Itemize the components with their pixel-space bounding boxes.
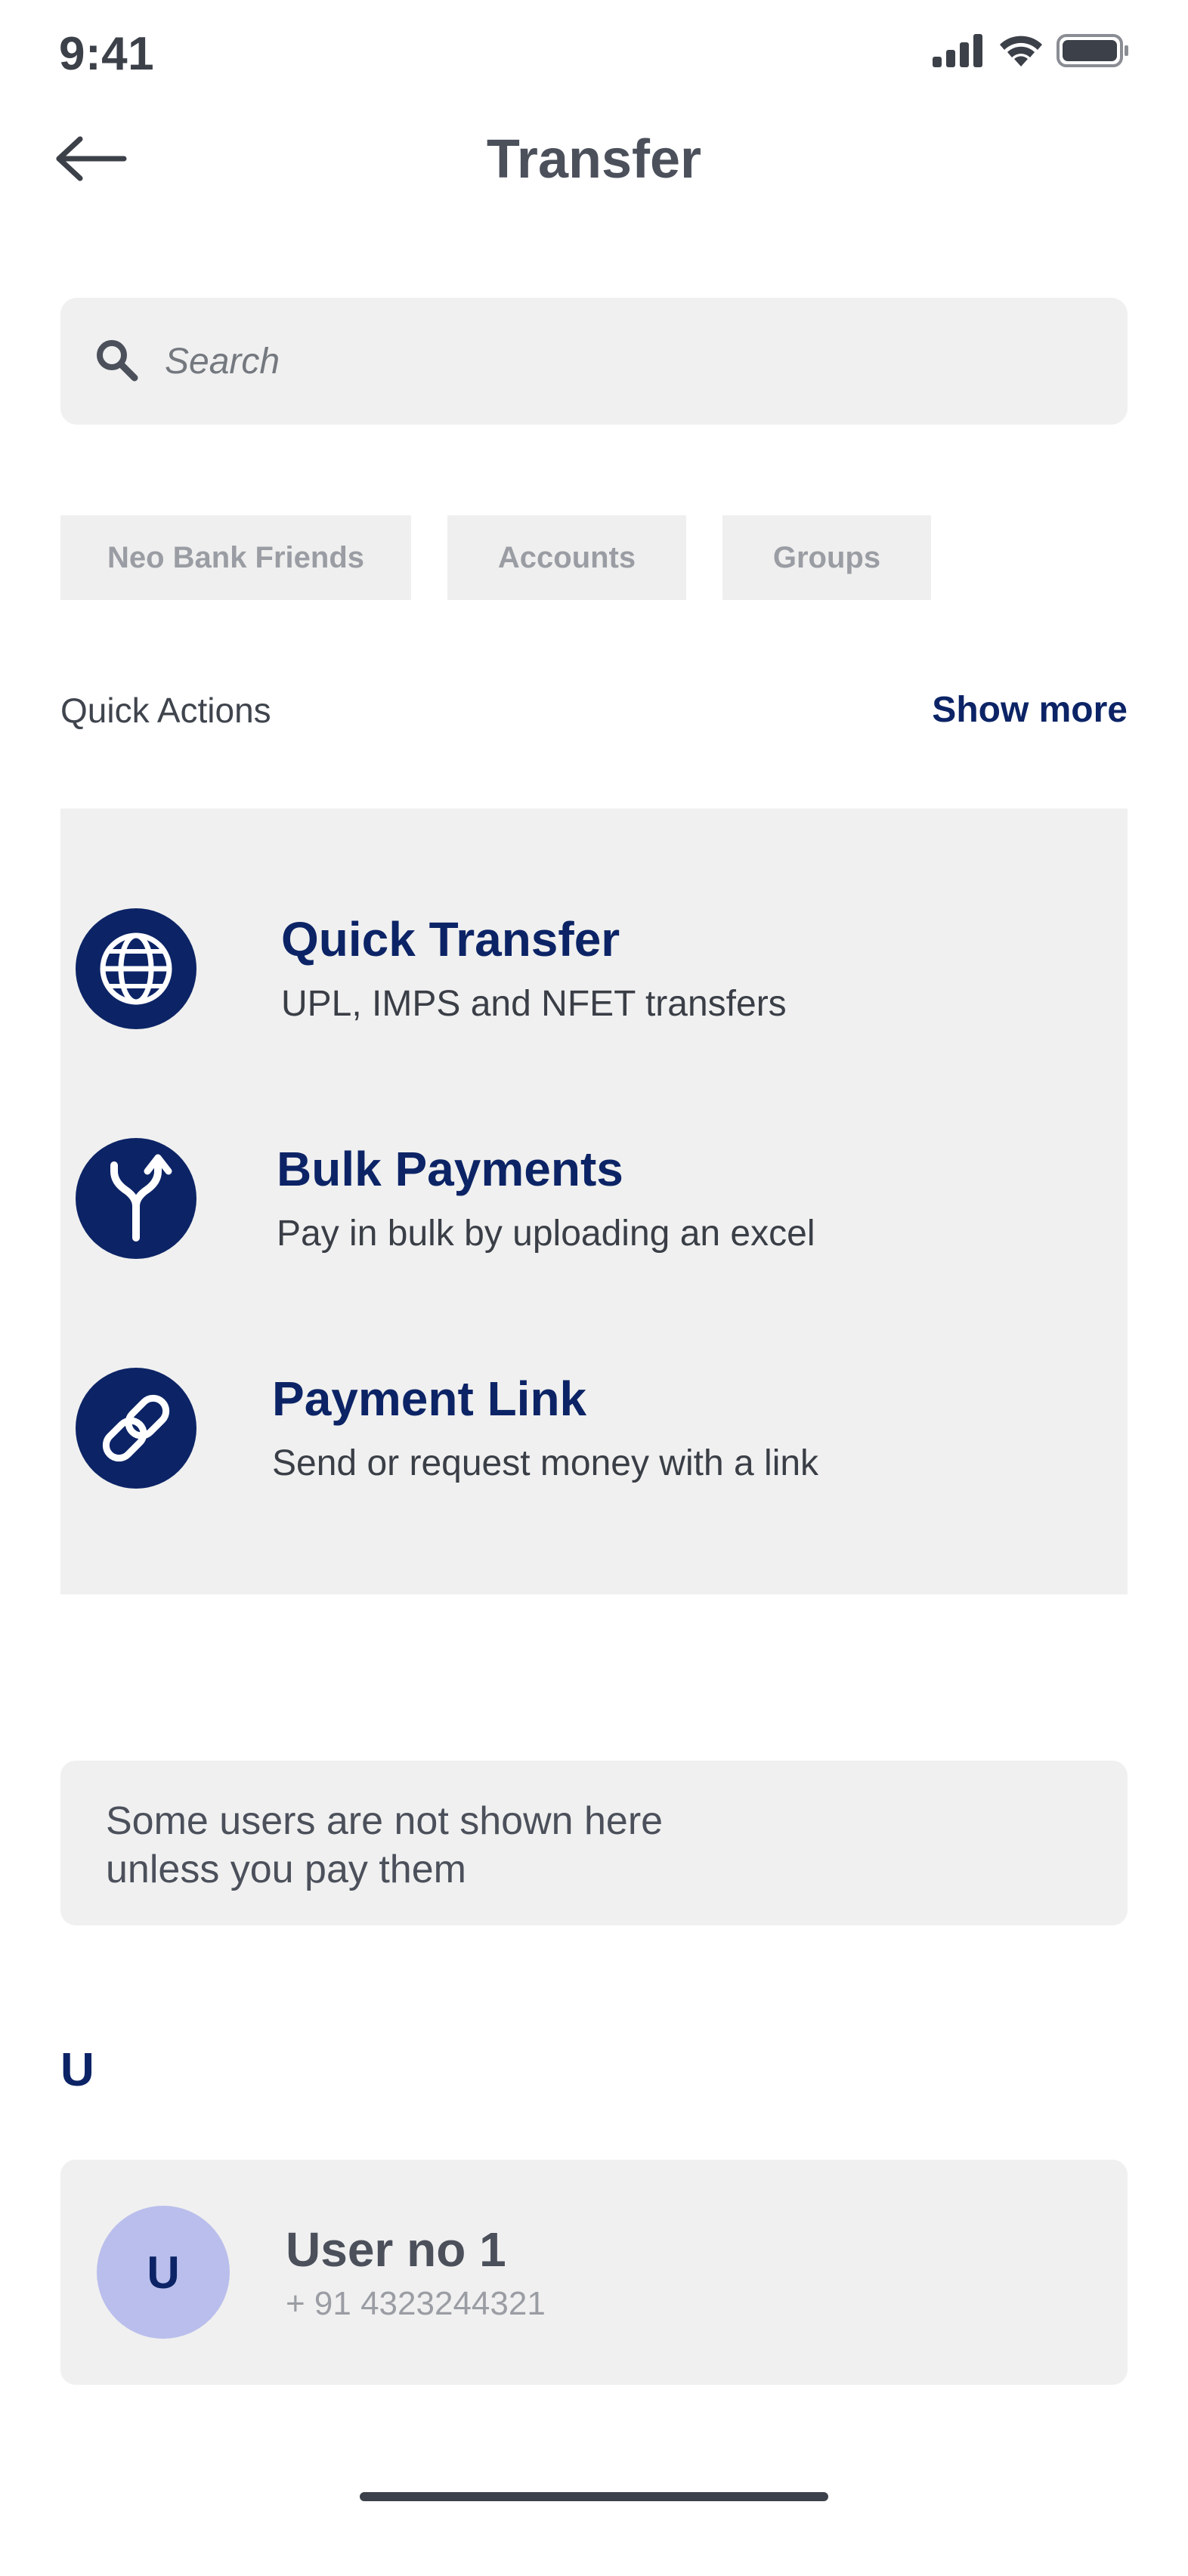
payment-link-text: Payment Link Send or request money with … [272,1372,818,1483]
chip-neo-bank-friends[interactable]: Neo Bank Friends [60,515,411,600]
quick-transfer-action[interactable]: Quick Transfer UPL, IMPS and NFET transf… [76,901,982,1037]
search-input[interactable] [165,340,1072,382]
notice-line-2: unless you pay them [106,1848,466,1891]
bulk-payments-action[interactable]: Bulk Payments Pay in bulk by uploading a… [76,1130,982,1266]
link-icon [76,1368,196,1489]
contact-row[interactable]: U User no 1 + 91 4323244321 [60,2160,1128,2385]
wifi-icon [998,33,1044,72]
header: Transfer [0,113,1188,212]
contacts-section-letter: U [60,2044,94,2096]
globe-icon [76,908,196,1029]
bulk-payments-title: Bulk Payments [277,1142,623,1197]
chip-groups[interactable]: Groups [722,515,931,600]
notice-line-1: Some users are not shown here [106,1799,664,1843]
signal-icon [933,34,985,71]
bulk-payments-subtitle: Pay in bulk by uploading an excel [277,1213,815,1254]
payment-link-action[interactable]: Payment Link Send or request money with … [76,1360,982,1496]
hidden-users-notice: Some users are not shown here unless you… [60,1761,1128,1925]
quick-actions-title: Quick Actions [60,690,271,730]
filter-chips: Neo Bank Friends Accounts Groups [60,515,931,600]
contact-phone: + 91 4323244321 [286,2285,546,2322]
home-indicator[interactable] [360,2492,828,2501]
show-more-link[interactable]: Show more [932,689,1128,731]
contact-name: User no 1 [286,2222,506,2277]
status-time: 9:41 [59,28,155,80]
quick-transfer-title: Quick Transfer [281,912,620,967]
avatar: U [97,2206,230,2339]
payment-link-title: Payment Link [272,1371,587,1427]
quick-transfer-text: Quick Transfer UPL, IMPS and NFET transf… [281,913,787,1024]
status-bar: 9:41 [0,0,1188,113]
quick-actions-header: Quick Actions Show more [60,689,1128,731]
battery-icon [1057,33,1129,72]
bulk-payments-text: Bulk Payments Pay in bulk by uploading a… [277,1143,815,1254]
contact-info: User no 1 + 91 4323244321 [286,2222,546,2323]
payment-link-subtitle: Send or request money with a link [272,1443,819,1483]
search-bar[interactable] [60,298,1128,425]
page-title: Transfer [486,129,702,190]
quick-transfer-subtitle: UPL, IMPS and NFET transfers [281,983,787,1024]
chip-accounts[interactable]: Accounts [447,515,686,600]
status-icons [933,33,1129,72]
search-icon [94,337,139,386]
split-arrow-icon [76,1138,196,1259]
